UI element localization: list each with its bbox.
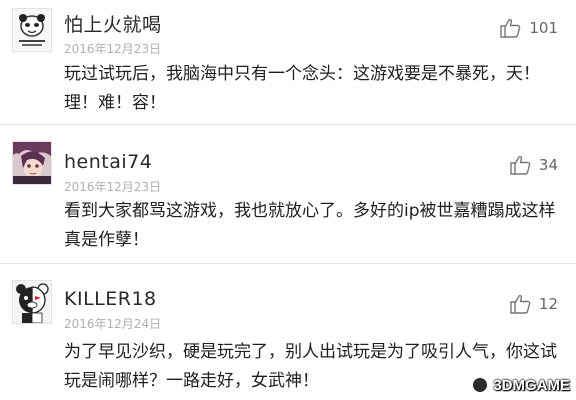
- monokuma-bear-avatar-icon[interactable]: [12, 280, 52, 324]
- thumbs-up-icon: [510, 294, 531, 314]
- like-button[interactable]: 34: [509, 155, 558, 175]
- username[interactable]: KILLER18: [64, 288, 157, 310]
- like-count: 34: [538, 156, 558, 174]
- like-button[interactable]: 101: [499, 18, 558, 38]
- watermark: 3DMGAME: [471, 376, 570, 394]
- thumbs-up-icon: [500, 18, 521, 38]
- comment-date: 2016年12月23日: [64, 42, 162, 56]
- like-count: 101: [529, 19, 558, 37]
- comment-item: hentai74 2016年12月23日 34 看到大家都骂这游戏，我也就放心了…: [0, 125, 576, 263]
- comment-date: 2016年12月23日: [64, 180, 162, 194]
- comment-date: 2016年12月24日: [64, 317, 162, 331]
- 3dm-logo-icon: [471, 376, 490, 394]
- comment-item: 怕上火就喝 2016年12月23日 101 玩过试玩后，我脑海中只有一个念头：这…: [0, 0, 576, 124]
- comment-text: 玩过试玩后，我脑海中只有一个念头：这游戏要是不暴死，天！理！难！容！: [64, 64, 540, 113]
- comment-text: 看到大家都骂这游戏，我也就放心了。多好的ip被世嘉糟蹋成这样真是作孽！: [64, 201, 556, 250]
- like-button[interactable]: 12: [509, 294, 558, 314]
- username[interactable]: hentai74: [64, 151, 152, 173]
- anime-character-avatar-icon[interactable]: [12, 141, 52, 185]
- panda-meme-avatar-icon[interactable]: [12, 8, 52, 52]
- username[interactable]: 怕上火就喝: [64, 10, 162, 37]
- thumbs-up-icon: [510, 155, 531, 175]
- like-count: 12: [538, 295, 558, 313]
- watermark-text: 3DMGAME: [493, 376, 570, 394]
